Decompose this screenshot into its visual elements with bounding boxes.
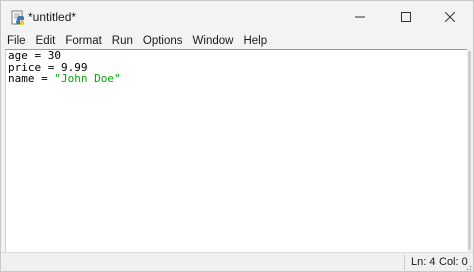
status-bar: Ln: 4 Col: 0 [1, 252, 473, 272]
maximize-icon [401, 9, 411, 27]
code-line: name = "John Doe" [6, 73, 468, 85]
maximize-button[interactable] [383, 1, 429, 34]
code-text: name = [8, 72, 55, 85]
window-title: *untitled* [28, 10, 77, 24]
menu-format[interactable]: Format [60, 34, 106, 48]
menu-help[interactable]: Help [238, 34, 272, 48]
minimize-button[interactable] [337, 1, 383, 34]
title-bar[interactable]: *untitled* [1, 1, 473, 34]
menu-edit[interactable]: Edit [31, 34, 61, 48]
idle-python-icon [10, 10, 26, 26]
menu-run[interactable]: Run [107, 34, 138, 48]
menu-bar: File Edit Format Run Options Window Help [1, 33, 473, 49]
menu-file[interactable]: File [1, 34, 31, 48]
status-divider [404, 255, 405, 270]
resize-grip-icon[interactable] [463, 261, 472, 272]
close-button[interactable] [427, 1, 473, 34]
close-icon [444, 9, 456, 27]
status-line-number: Ln: 4 [411, 256, 436, 268]
idle-editor-window: *untitled* File Edit Format Run Options … [0, 0, 474, 272]
scrollbar-thumb[interactable] [468, 51, 471, 250]
code-editor[interactable]: age = 30 price = 9.99 name = "John Doe" [5, 49, 468, 252]
vertical-scrollbar[interactable] [467, 49, 473, 252]
menu-options[interactable]: Options [138, 34, 188, 48]
string-literal: "John Doe" [54, 72, 121, 85]
menu-window[interactable]: Window [188, 34, 239, 48]
minimize-icon [355, 9, 365, 27]
